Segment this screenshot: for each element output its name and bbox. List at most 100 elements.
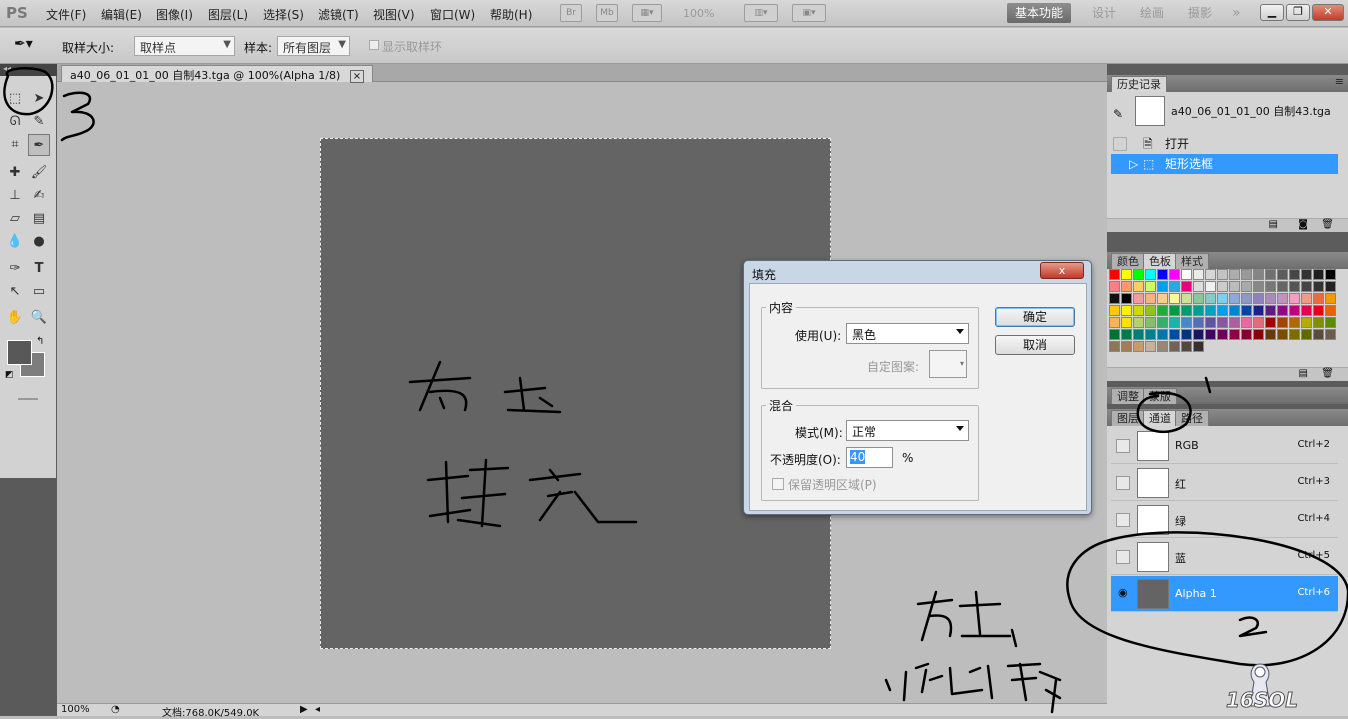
tab-styles[interactable]: 样式 bbox=[1175, 253, 1209, 269]
panel-menu-icon[interactable]: ≡ bbox=[1335, 75, 1344, 88]
color-swatch[interactable] bbox=[1169, 329, 1180, 340]
color-swatch[interactable] bbox=[1265, 305, 1276, 316]
history-checkbox[interactable] bbox=[1113, 137, 1127, 151]
color-swatch[interactable] bbox=[1109, 317, 1120, 328]
zoom-tool-icon[interactable]: 🔍 bbox=[28, 307, 50, 329]
color-swatch[interactable] bbox=[1265, 281, 1276, 292]
color-swatch[interactable] bbox=[1145, 281, 1156, 292]
new-swatch-icon[interactable]: ▤ bbox=[1299, 368, 1308, 379]
lasso-tool-icon[interactable]: ᘏ bbox=[4, 111, 26, 133]
foreground-color[interactable] bbox=[7, 340, 32, 365]
trash-icon[interactable]: 🗑 bbox=[1321, 219, 1334, 230]
color-swatch[interactable] bbox=[1253, 269, 1264, 280]
color-swatch[interactable] bbox=[1133, 329, 1144, 340]
color-swatch[interactable] bbox=[1205, 329, 1216, 340]
color-swatch[interactable] bbox=[1229, 305, 1240, 316]
workspace-design[interactable]: 设计 bbox=[1084, 3, 1124, 23]
workspace-photography[interactable]: 摄影 bbox=[1180, 3, 1220, 23]
quick-select-tool-icon[interactable]: ✎ bbox=[28, 111, 50, 133]
color-swatch[interactable] bbox=[1301, 293, 1312, 304]
history-item[interactable]: 🗎 打开 bbox=[1111, 134, 1338, 154]
menu-image[interactable]: 图像(I) bbox=[156, 6, 193, 23]
view-extras-icon[interactable]: ▦▾ bbox=[632, 4, 662, 22]
color-swatch[interactable] bbox=[1205, 317, 1216, 328]
visibility-toggle[interactable] bbox=[1116, 550, 1130, 564]
minibridge-icon[interactable]: Mb bbox=[596, 4, 618, 22]
color-swatch[interactable] bbox=[1325, 305, 1336, 316]
color-swatch[interactable] bbox=[1277, 293, 1288, 304]
toolbox-collapse-icon[interactable]: ◂◂ bbox=[0, 64, 57, 76]
color-swatch[interactable] bbox=[1265, 329, 1276, 340]
color-swatch[interactable] bbox=[1205, 281, 1216, 292]
healing-brush-icon[interactable]: ✚ bbox=[4, 162, 26, 184]
color-swatch[interactable] bbox=[1157, 269, 1168, 280]
color-swatch[interactable] bbox=[1145, 341, 1156, 352]
history-snapshot[interactable]: ✎ a40_06_01_01_00 自制43.tga bbox=[1111, 96, 1338, 128]
screen-mode-icon[interactable]: ▣▾ bbox=[792, 4, 826, 22]
color-swatch[interactable] bbox=[1229, 293, 1240, 304]
blur-tool-icon[interactable]: 💧 bbox=[4, 231, 26, 253]
color-swatch[interactable] bbox=[1325, 281, 1336, 292]
channel-row[interactable]: RGB Ctrl+2 bbox=[1111, 428, 1338, 464]
color-swatch[interactable] bbox=[1109, 293, 1120, 304]
history-item-active[interactable]: ▷ ⬚ 矩形选框 bbox=[1111, 154, 1338, 174]
menu-edit[interactable]: 编辑(E) bbox=[101, 6, 142, 23]
status-menu-icon[interactable]: ▶ bbox=[300, 704, 308, 715]
color-swatch[interactable] bbox=[1313, 293, 1324, 304]
ok-button[interactable]: 确定 bbox=[995, 307, 1075, 327]
hand-tool-icon[interactable]: ✋ bbox=[4, 307, 26, 329]
eyedropper-tool-icon[interactable]: ✒▾ bbox=[14, 36, 33, 52]
eraser-tool-icon[interactable]: ▱ bbox=[4, 208, 26, 230]
use-select[interactable]: 黑色 bbox=[846, 323, 969, 344]
color-swatch[interactable] bbox=[1109, 341, 1120, 352]
move-tool-icon[interactable]: ➤ bbox=[28, 88, 50, 110]
color-swatch[interactable] bbox=[1289, 269, 1300, 280]
color-swatch[interactable] bbox=[1169, 269, 1180, 280]
menu-view[interactable]: 视图(V) bbox=[373, 6, 415, 23]
tab-adjustments[interactable]: 调整 bbox=[1111, 388, 1145, 404]
color-swatch[interactable] bbox=[1301, 269, 1312, 280]
color-swatch[interactable] bbox=[1133, 305, 1144, 316]
color-swatch[interactable] bbox=[1301, 329, 1312, 340]
color-swatch[interactable] bbox=[1229, 269, 1240, 280]
color-swatch[interactable] bbox=[1145, 317, 1156, 328]
brush-tool-icon[interactable]: 🖌 bbox=[28, 162, 50, 184]
color-swatch[interactable] bbox=[1193, 341, 1204, 352]
channel-row-active[interactable]: ◉ Alpha 1 Ctrl+6 bbox=[1111, 576, 1338, 612]
color-swatch[interactable] bbox=[1145, 329, 1156, 340]
dodge-tool-icon[interactable]: ● bbox=[28, 231, 50, 253]
shape-tool-icon[interactable]: ▭ bbox=[28, 281, 50, 303]
color-swatch[interactable] bbox=[1157, 305, 1168, 316]
color-swatch[interactable] bbox=[1313, 317, 1324, 328]
trash-icon[interactable]: 🗑 bbox=[1321, 368, 1334, 379]
color-swatch[interactable] bbox=[1193, 317, 1204, 328]
color-swatch[interactable] bbox=[1121, 293, 1132, 304]
color-swatch[interactable] bbox=[1145, 305, 1156, 316]
color-swatch[interactable] bbox=[1241, 305, 1252, 316]
color-swatch[interactable] bbox=[1241, 329, 1252, 340]
color-swatch[interactable] bbox=[1301, 305, 1312, 316]
cancel-button[interactable]: 取消 bbox=[995, 335, 1075, 355]
menu-file[interactable]: 文件(F) bbox=[46, 6, 86, 23]
color-swatch[interactable] bbox=[1181, 305, 1192, 316]
menu-help[interactable]: 帮助(H) bbox=[490, 6, 532, 23]
color-swatch[interactable] bbox=[1217, 293, 1228, 304]
color-swatch[interactable] bbox=[1145, 293, 1156, 304]
show-ring-checkbox[interactable] bbox=[369, 40, 379, 50]
color-swatch[interactable] bbox=[1181, 329, 1192, 340]
color-swatch[interactable] bbox=[1301, 281, 1312, 292]
scroll-left-icon[interactable]: ◂ bbox=[315, 704, 320, 715]
workspace-painting[interactable]: 绘画 bbox=[1132, 3, 1172, 23]
color-swatch[interactable] bbox=[1157, 281, 1168, 292]
color-swatch[interactable] bbox=[1145, 269, 1156, 280]
pen-tool-icon[interactable]: ✑ bbox=[4, 258, 26, 280]
snapshot-camera-icon[interactable]: ◙ bbox=[1298, 219, 1308, 230]
gradient-tool-icon[interactable]: ▤ bbox=[28, 208, 50, 230]
color-swatch[interactable] bbox=[1277, 269, 1288, 280]
color-swatch[interactable] bbox=[1109, 269, 1120, 280]
color-swatch[interactable] bbox=[1265, 293, 1276, 304]
eye-icon[interactable]: ◉ bbox=[1118, 586, 1128, 599]
color-swatch[interactable] bbox=[1205, 305, 1216, 316]
visibility-toggle[interactable] bbox=[1116, 513, 1130, 527]
arrange-documents-icon[interactable]: ▥▾ bbox=[744, 4, 778, 22]
